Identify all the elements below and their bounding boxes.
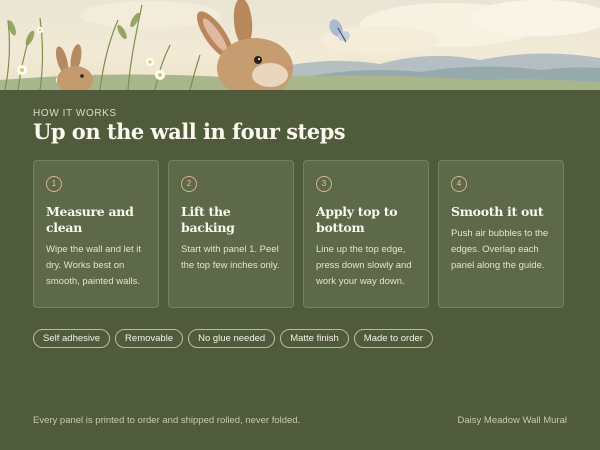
step-title: Measure and clean bbox=[46, 204, 134, 235]
step-title: Apply top to bottom bbox=[316, 204, 398, 235]
footer-note: Every panel is printed to order and ship… bbox=[33, 415, 301, 426]
step-title: Smooth it out bbox=[451, 204, 544, 219]
meadow-illustration bbox=[0, 0, 600, 90]
step-card: 3 Apply top to bottom Line up the top ed… bbox=[303, 160, 429, 308]
feature-tags: Self adhesive Removable No glue needed M… bbox=[33, 329, 433, 348]
step-number: 2 bbox=[181, 176, 197, 192]
section-eyebrow: HOW IT WORKS bbox=[33, 108, 117, 119]
steps-list: 1 Measure and clean Wipe the wall and le… bbox=[33, 160, 564, 308]
step-description: Wipe the wall and let it dry. Works best… bbox=[46, 244, 142, 287]
step-description: Line up the top edge, press down slowly … bbox=[316, 244, 412, 287]
footer-brand: Daisy Meadow Wall Mural bbox=[457, 415, 567, 426]
step-number: 1 bbox=[46, 176, 62, 192]
step-number: 4 bbox=[451, 176, 467, 192]
step-description: Start with panel 1. Peel the top few inc… bbox=[181, 244, 280, 271]
tag-made-to-order: Made to order bbox=[353, 329, 433, 348]
step-number: 3 bbox=[316, 176, 332, 192]
step-title: Lift the backing bbox=[181, 204, 235, 235]
step-card: 4 Smooth it out Push air bubbles to the … bbox=[438, 160, 564, 308]
tag-no-glue-needed: No glue needed bbox=[188, 329, 276, 348]
tag-removable: Removable bbox=[115, 329, 184, 348]
tag-matte-finish: Matte finish bbox=[280, 329, 349, 348]
step-card: 2 Lift the backing Start with panel 1. P… bbox=[168, 160, 294, 308]
step-description: Push air bubbles to the edges. Overlap e… bbox=[451, 228, 549, 271]
tag-self-adhesive: Self adhesive bbox=[33, 329, 111, 348]
step-card: 1 Measure and clean Wipe the wall and le… bbox=[33, 160, 159, 308]
section-heading: Up on the wall in four steps bbox=[33, 119, 346, 144]
hero-illustration bbox=[0, 0, 600, 90]
